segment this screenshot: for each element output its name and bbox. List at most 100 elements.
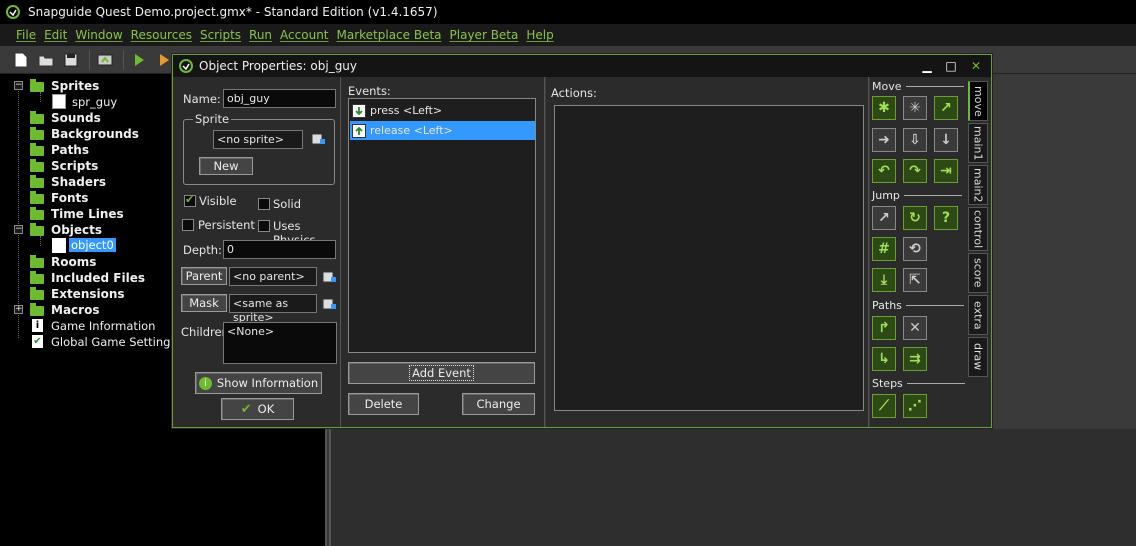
event-press-left[interactable]: press <Left> [350,101,535,120]
set-gravity-icon[interactable]: ↓ [934,128,958,152]
tab-move[interactable]: move [968,81,988,121]
ok-button[interactable]: ✔ OK [221,398,294,420]
collapse-icon[interactable]: − [14,225,23,234]
folder-icon [30,143,44,156]
save-icon[interactable] [60,49,82,71]
change-event-button[interactable]: Change [462,393,535,415]
actions-list[interactable] [554,105,864,411]
menu-run[interactable]: Run [249,28,272,42]
minimize-icon[interactable]: ▁ [917,58,937,74]
menu-file[interactable]: File [16,28,36,42]
parent-select[interactable]: <no parent> [229,267,317,286]
menu-scripts[interactable]: Scripts [200,28,241,42]
bounce-icon[interactable]: ⇱ [903,268,927,292]
move-free-icon[interactable]: ✳ [903,96,927,120]
close-icon[interactable]: ✕ [966,58,986,74]
menu-edit[interactable]: Edit [44,28,67,42]
folder-icon [30,303,44,316]
delete-event-button[interactable]: Delete [348,393,419,415]
step-avoiding-icon[interactable]: ⋰ [903,394,927,418]
folder-icon [30,159,44,172]
menu-help[interactable]: Help [526,28,553,42]
jump-to-start-icon[interactable]: ↻ [903,206,927,230]
parent-browse-icon[interactable] [322,271,336,283]
parent-button[interactable]: Parent [181,267,227,285]
add-event-button[interactable]: Add Event [348,362,535,384]
sprite-browse-icon[interactable] [311,133,325,145]
section-jump: Jump [872,189,962,202]
speed-vertical-icon[interactable]: ⇩ [903,128,927,152]
menu-resources[interactable]: Resources [131,28,192,42]
menu-marketplace[interactable]: Marketplace Beta [337,28,442,42]
move-to-contact-icon[interactable]: ⤓ [872,268,896,292]
event-release-left[interactable]: release <Left> [350,121,535,140]
tree-label: object0 [69,238,116,252]
tab-label: extra [971,300,985,330]
path-speed-icon[interactable]: ⇉ [903,347,927,371]
move-fixed-icon[interactable]: ✱ [872,96,896,120]
path-position-icon[interactable]: ↳ [872,347,896,371]
sprite-select[interactable]: <no sprite> [213,130,303,149]
tab-main1[interactable]: main1 [968,123,988,163]
set-path-icon[interactable]: ↱ [872,316,896,340]
menu-window[interactable]: Window [75,28,122,42]
open-folder-icon[interactable] [35,49,57,71]
dialog-titlebar[interactable]: Object Properties: obj_guy ▁ □ ✕ [173,55,991,77]
tab-label: score [971,258,985,288]
reverse-horizontal-icon[interactable]: ↶ [872,159,896,183]
folder-icon [30,207,44,220]
name-input[interactable]: obj_guy [223,89,336,108]
step-towards-icon[interactable]: ⟋ [872,394,896,418]
new-file-icon[interactable] [10,49,32,71]
set-friction-icon[interactable]: ⇥ [934,159,958,183]
speed-horizontal-icon[interactable]: ➜ [872,128,896,152]
mask-browse-icon[interactable] [322,298,336,310]
tab-extra[interactable]: extra [968,295,988,335]
run-icon[interactable] [128,49,150,71]
tree-label: Global Game Settings [51,335,177,349]
tree-label: Extensions [51,287,125,301]
visible-checkbox[interactable] [184,193,196,207]
tab-main2[interactable]: main2 [968,165,988,205]
library-tabs: move main1 main2 control score extra dra… [966,77,991,427]
sprite-icon [52,94,66,109]
tab-control[interactable]: control [968,207,988,251]
depth-label: Depth: [183,243,222,257]
checkmark-icon: ✔ [240,401,252,417]
tree-label: Fonts [51,191,89,205]
mask-button[interactable]: Mask [181,294,227,312]
solid-checkbox[interactable] [258,198,270,210]
collapse-icon[interactable]: − [14,81,23,90]
children-list[interactable]: <None> [223,322,337,364]
event-label: press <Left> [370,104,443,117]
section-label: Move [872,80,902,93]
tree-label: spr_guy [72,95,118,109]
events-list[interactable]: press <Left> release <Left> [348,98,536,353]
show-information-button[interactable]: i Show Information [195,372,322,394]
new-sprite-button[interactable]: New [199,157,253,175]
persistent-checkbox[interactable] [182,219,194,231]
jump-to-position-icon[interactable]: ↗ [872,206,896,230]
mask-select[interactable]: <same as sprite> [229,294,317,324]
end-path-icon[interactable]: ✕ [903,316,927,340]
expand-icon[interactable]: + [14,305,23,314]
tab-score[interactable]: score [968,253,988,293]
align-to-grid-icon[interactable]: # [872,237,896,261]
uses-physics-checkbox[interactable] [258,220,270,232]
menu-player[interactable]: Player Beta [450,28,519,42]
action-library: Move ✱ ✳ ↗ ➜ ⇩ ↓ ↶ ↷ ⇥ Jump ↗ ↻ ? # ⟲ ⤓ … [870,77,966,427]
depth-input[interactable]: 0 [223,240,336,259]
build-icon[interactable] [94,49,116,71]
section-rule [905,305,964,306]
jump-random-icon[interactable]: ? [934,206,958,230]
dialog-title: Object Properties: obj_guy [199,59,358,73]
move-towards-icon[interactable]: ↗ [934,96,958,120]
app-titlebar: Snapguide Quest Demo.project.gmx* - Stan… [0,0,1136,24]
maximize-icon[interactable]: □ [941,58,961,74]
info-icon: i [32,319,43,332]
tab-draw[interactable]: draw [968,337,988,377]
key-press-icon [352,103,366,118]
wrap-screen-icon[interactable]: ⟲ [903,237,927,261]
menu-account[interactable]: Account [280,28,328,42]
reverse-vertical-icon[interactable]: ↷ [903,159,927,183]
